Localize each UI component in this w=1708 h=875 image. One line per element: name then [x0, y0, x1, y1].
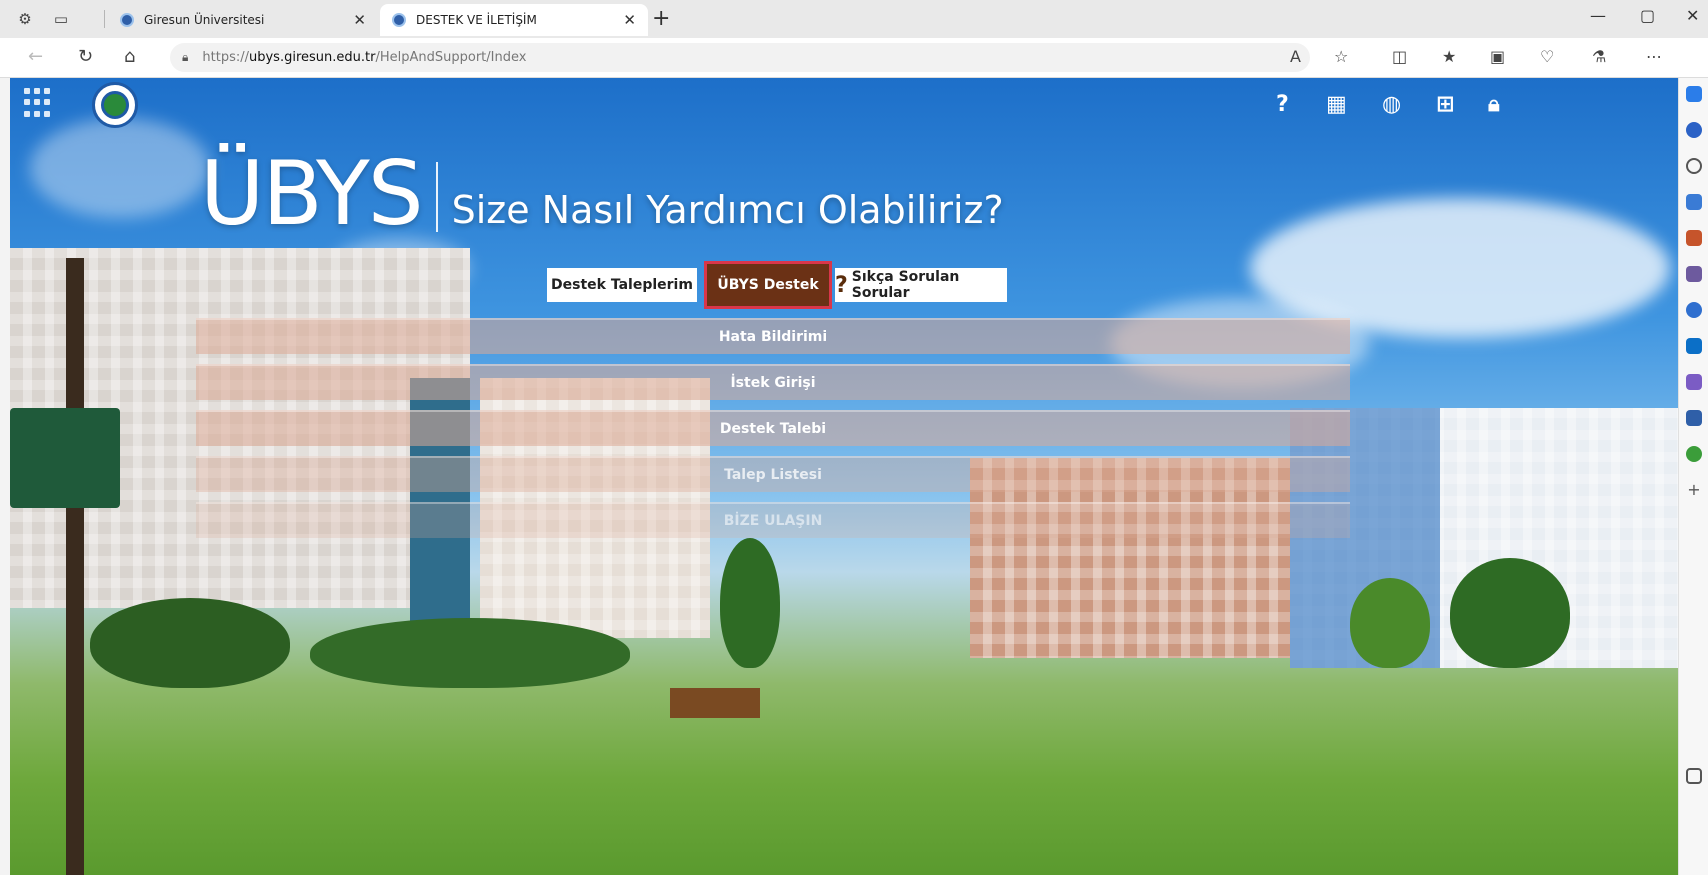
sidebar-settings-icon[interactable]	[1686, 768, 1702, 784]
calendar-icon[interactable]: ▦	[1326, 92, 1347, 117]
question-icon: ?	[835, 272, 848, 298]
lock-icon: 🔒︎	[182, 50, 189, 64]
refresh-icon[interactable]: ↻	[78, 46, 93, 67]
brand-title: ÜBYS	[200, 142, 424, 245]
ubys-destek-button[interactable]: ÜBYS Destek	[704, 261, 832, 309]
globe-icon[interactable]: ◍	[1382, 92, 1401, 117]
url-input[interactable]: 🔒︎ https:// ubys.giresun.edu.tr /HelpAnd…	[170, 43, 1310, 72]
university-logo[interactable]	[92, 82, 138, 128]
tab-separator	[104, 10, 105, 28]
shopping-tag-icon[interactable]	[1686, 194, 1702, 210]
menu-item-istek-girisi[interactable]: İstek Girişi	[196, 364, 1350, 400]
site-favicon-icon	[120, 13, 134, 27]
menu-item-talep-listesi[interactable]: Talep Listesi	[196, 456, 1350, 492]
outlook-icon[interactable]	[1686, 338, 1702, 354]
url-path: /HelpAndSupport/Index	[375, 50, 527, 65]
support-tabs: Destek Taleplerim ÜBYS Destek ? Sıkça So…	[547, 261, 1007, 309]
apps-menu-icon[interactable]	[24, 88, 54, 118]
collections-icon[interactable]: ▣	[1490, 47, 1505, 66]
read-aloud-icon[interactable]: A	[1290, 47, 1301, 66]
menu-item-hata-bildirimi[interactable]: Hata Bildirimi	[196, 318, 1350, 354]
microsoft-365-icon[interactable]	[1686, 302, 1702, 318]
games-icon[interactable]	[1686, 266, 1702, 282]
edge-sidebar: +	[1678, 78, 1708, 875]
tab-title: Giresun Üniversitesi	[144, 13, 265, 27]
browser-tab-bar: ⚙ ▭ Giresun Üniversitesi ✕ DESTEK VE İLE…	[0, 0, 1708, 38]
browser-essentials-icon[interactable]: ♡	[1540, 47, 1554, 66]
new-tab-icon[interactable]: +	[652, 6, 670, 31]
minimize-icon[interactable]: —	[1590, 6, 1606, 25]
close-tab-icon[interactable]: ✕	[623, 11, 636, 29]
home-icon[interactable]: ⌂	[124, 46, 135, 67]
browser-address-bar: ← ↻ ⌂ 🔒︎ https:// ubys.giresun.edu.tr /H…	[0, 38, 1708, 78]
tab-title: DESTEK VE İLETİŞİM	[416, 13, 537, 27]
grid-apps-icon[interactable]: ⊞	[1436, 92, 1454, 117]
hero-heading: ÜBYS Size Nasıl Yardımcı Olabiliriz?	[200, 150, 1004, 238]
close-tab-icon[interactable]: ✕	[353, 11, 366, 29]
back-icon[interactable]: ←	[28, 46, 43, 67]
browser-tab-giresun[interactable]: Giresun Üniversitesi ✕	[108, 4, 378, 36]
favorites-icon[interactable]: ★	[1442, 47, 1456, 66]
page-content: ? ▦ ◍ ⊞ 🔒︎ ÜBYS Size Nasıl Yardımcı Olab…	[10, 78, 1678, 875]
notification-icon[interactable]	[1686, 122, 1702, 138]
window-close-icon[interactable]: ✕	[1686, 6, 1699, 25]
cloud-shape	[30, 118, 210, 218]
tree	[720, 538, 780, 668]
drop-icon[interactable]	[1686, 446, 1702, 462]
menu-item-bize-ulasin[interactable]: BİZE ULAŞIN	[196, 502, 1350, 538]
tab-actions-icon[interactable]: ▭	[50, 8, 72, 30]
split-screen-icon[interactable]: ◫	[1392, 47, 1407, 66]
lock-icon[interactable]: 🔒︎	[1488, 92, 1500, 117]
workspaces-icon[interactable]: ⚙	[14, 8, 36, 30]
hero-tagline: Size Nasıl Yardımcı Olabiliriz?	[451, 188, 1004, 232]
hero-divider	[435, 162, 438, 232]
help-icon[interactable]: ?	[1276, 92, 1289, 117]
more-options-icon[interactable]: ⋯	[1646, 47, 1662, 66]
search-icon[interactable]	[1686, 158, 1702, 174]
green-awning	[10, 408, 120, 508]
bench	[670, 688, 760, 718]
designer-icon[interactable]	[1686, 374, 1702, 390]
url-prefix: https://	[202, 50, 249, 65]
favorite-star-icon[interactable]: ☆	[1334, 47, 1348, 66]
faq-button[interactable]: ? Sıkça Sorulan Sorular	[835, 268, 1007, 302]
destek-taleplerim-button[interactable]: Destek Taleplerim	[547, 268, 697, 302]
add-app-icon[interactable]: +	[1686, 482, 1702, 498]
tree	[310, 618, 630, 688]
tree	[1450, 558, 1570, 668]
tree	[1350, 578, 1430, 668]
tools-icon[interactable]	[1686, 230, 1702, 246]
site-favicon-icon	[392, 13, 406, 27]
url-domain: ubys.giresun.edu.tr	[249, 50, 376, 65]
translator-icon[interactable]	[1686, 410, 1702, 426]
faq-label: Sıkça Sorulan Sorular	[851, 269, 960, 301]
extensions-icon[interactable]: ⚗	[1592, 47, 1606, 66]
support-menu-list: Hata Bildirimi İstek Girişi Destek Taleb…	[196, 318, 1350, 548]
tree-trunk	[66, 258, 84, 875]
menu-item-destek-talebi[interactable]: Destek Talebi	[196, 410, 1350, 446]
browser-tab-destek[interactable]: DESTEK VE İLETİŞİM ✕	[380, 4, 648, 36]
tree	[90, 598, 290, 688]
copilot-icon[interactable]	[1686, 86, 1702, 102]
restore-icon[interactable]: ▢	[1640, 6, 1655, 25]
